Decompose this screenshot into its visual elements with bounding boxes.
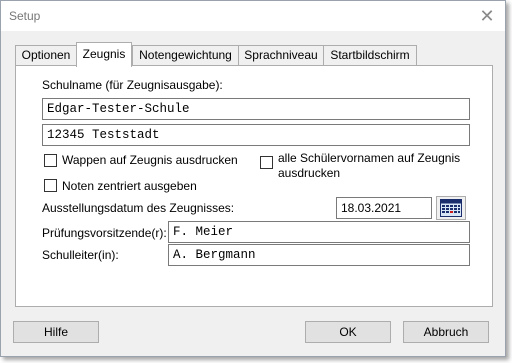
principal-label: Schulleiter(in): [42, 248, 119, 262]
tab-sprachniveau[interactable]: Sprachniveau [238, 45, 324, 66]
setup-dialog: Setup ✕ Optionen Zeugnis Notengewichtung… [0, 0, 506, 357]
calendar-icon [440, 199, 462, 217]
zeugnis-panel: Schulname (für Zeugnisausgabe): Edgar-Te… [15, 65, 493, 307]
title-bar: Setup ✕ [1, 1, 505, 31]
close-button[interactable]: ✕ [475, 4, 499, 28]
date-field[interactable]: 18.03.2021 [336, 197, 432, 219]
tab-label: Sprachniveau [244, 48, 318, 62]
close-icon: ✕ [479, 6, 495, 26]
tab-label: Notengewichtung [139, 48, 232, 62]
tab-notengewichtung[interactable]: Notengewichtung [132, 45, 239, 66]
wappen-checkbox[interactable] [44, 154, 57, 167]
calendar-button[interactable] [436, 196, 466, 220]
principal-field[interactable]: A. Bergmann [168, 244, 470, 266]
noten-zentriert-label: Noten zentriert ausgeben [62, 179, 197, 193]
vornamen-label-line2: ausdrucken [278, 166, 341, 180]
tab-label: Optionen [21, 48, 71, 62]
window-title: Setup [9, 9, 41, 23]
chair-label: Prüfungsvorsitzende(r): [42, 226, 167, 240]
cancel-button[interactable]: Abbruch [403, 321, 489, 343]
help-button[interactable]: Hilfe [13, 321, 99, 343]
schoolname-line1-field[interactable]: Edgar-Tester-Schule [42, 98, 470, 120]
tab-zeugnis[interactable]: Zeugnis [76, 42, 132, 67]
tab-label: Zeugnis [82, 47, 126, 61]
schoolname-label: Schulname (für Zeugnisausgabe): [42, 78, 223, 92]
tab-startbildschirm[interactable]: Startbildschirm [323, 45, 417, 66]
tab-label: Startbildschirm [330, 48, 410, 62]
chair-field[interactable]: F. Meier [168, 221, 470, 243]
wappen-label: Wappen auf Zeugnis ausdrucken [62, 153, 238, 167]
noten-zentriert-checkbox[interactable] [44, 179, 57, 192]
vornamen-checkbox[interactable] [260, 156, 273, 169]
vornamen-label-line1: alle Schülervornamen auf Zeugnis [278, 151, 461, 165]
ok-button[interactable]: OK [305, 321, 391, 343]
tab-optionen[interactable]: Optionen [15, 45, 77, 66]
schoolname-line2-field[interactable]: 12345 Teststadt [42, 124, 470, 146]
date-label: Ausstellungsdatum des Zeugnisses: [42, 201, 235, 215]
